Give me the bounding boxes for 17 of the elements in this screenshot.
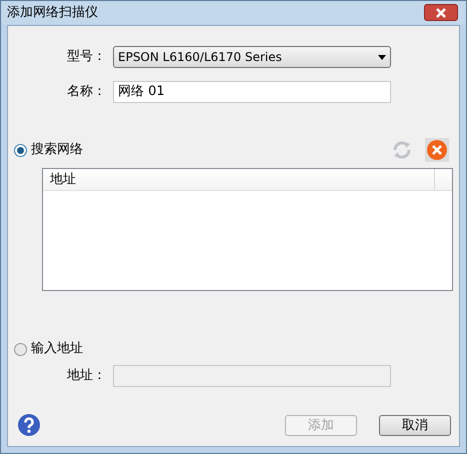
- close-button[interactable]: [424, 4, 458, 21]
- model-dropdown[interactable]: EPSON L6160/L6170 Series: [113, 46, 391, 68]
- close-icon: [435, 8, 447, 18]
- radio-button[interactable]: [14, 144, 27, 156]
- window-title: 添加网络扫描仪: [7, 4, 98, 22]
- help-icon[interactable]: [18, 414, 40, 436]
- name-field[interactable]: 网络 01: [113, 81, 391, 103]
- caret-icon: [378, 54, 386, 60]
- radio-label: 输入地址: [31, 340, 83, 358]
- cancel-icon: [427, 140, 447, 160]
- field-label: 地址：: [66, 367, 107, 386]
- dialog-button[interactable]: 取消: [379, 414, 451, 436]
- field-label: 型号：: [66, 48, 107, 66]
- stop-button[interactable]: [425, 138, 449, 162]
- radio-button[interactable]: [14, 342, 27, 356]
- field-label: 名称：: [66, 83, 107, 102]
- radio-label: 搜索网络: [31, 141, 83, 160]
